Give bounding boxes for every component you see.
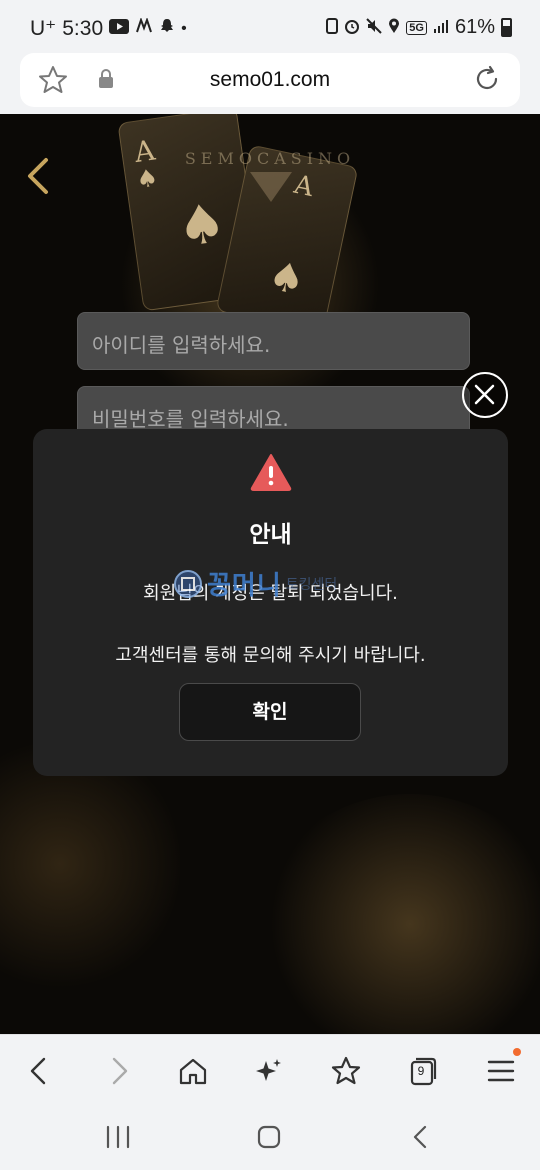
network-type: 5G xyxy=(406,20,427,35)
url-text[interactable]: semo01.com xyxy=(20,68,520,92)
clock: 5:30 xyxy=(62,16,104,40)
tab-count: 9 xyxy=(417,1064,425,1078)
browser-toolbar: 9 xyxy=(0,1034,540,1106)
warning-icon xyxy=(250,453,292,495)
menu-icon[interactable] xyxy=(483,1053,519,1089)
reload-icon[interactable] xyxy=(472,64,502,98)
battery-icon xyxy=(501,18,512,37)
alert-dialog: 안내 회원님의 계정은 탈퇴 되었습니다. 고객센터를 통해 문의해 주시기 바… xyxy=(33,429,508,776)
forward-icon[interactable] xyxy=(100,1053,136,1089)
tabs-icon[interactable]: 9 xyxy=(405,1053,441,1089)
dot-icon: • xyxy=(181,19,187,37)
card-ace-label: A xyxy=(291,169,317,203)
dialog-title: 안내 xyxy=(249,522,292,548)
brand-logo-icon xyxy=(250,172,292,202)
snapchat-icon xyxy=(159,18,175,39)
home-icon[interactable] xyxy=(175,1053,211,1089)
status-right: 5G 61% xyxy=(326,16,512,39)
watermark: 꽁머니 토킹센터 xyxy=(173,565,337,602)
mute-icon xyxy=(366,17,382,38)
notification-icon xyxy=(135,17,153,39)
sparkle-icon[interactable] xyxy=(251,1053,287,1089)
battery-percent: 61% xyxy=(454,16,495,38)
carrier-label: U⁺ xyxy=(30,17,57,40)
watermark-text: 꽁머니 xyxy=(207,571,282,601)
dialog-message: 고객센터를 통해 문의해 주시기 바랍니다. xyxy=(115,645,426,666)
confirm-button[interactable]: 확인 xyxy=(179,683,361,741)
address-bar[interactable]: semo01.com xyxy=(20,53,520,107)
page-back-button[interactable] xyxy=(20,154,60,198)
password-placeholder: 비밀번호를 입력하세요. xyxy=(92,407,289,431)
system-back-icon[interactable] xyxy=(408,1124,434,1154)
watermark-subtext: 토킹센터 xyxy=(285,576,338,593)
notification-dot xyxy=(513,1048,521,1056)
signal-icon xyxy=(433,18,449,38)
watermark-badge-icon xyxy=(174,569,202,598)
spade-icon: ♠ xyxy=(173,190,230,260)
system-nav-bar xyxy=(0,1106,540,1170)
recent-apps-icon[interactable] xyxy=(104,1124,132,1154)
status-bar: U⁺ 5:30 • 5G 61% xyxy=(0,0,540,58)
close-icon[interactable] xyxy=(462,372,508,418)
brand-logo-text: SEMOCASINO xyxy=(184,149,356,168)
alarm-icon xyxy=(344,18,360,38)
back-icon[interactable] xyxy=(22,1053,58,1089)
status-left: U⁺ 5:30 • xyxy=(30,16,187,41)
bookmark-star-icon[interactable] xyxy=(328,1053,364,1089)
background-glow xyxy=(260,794,540,1034)
username-placeholder: 아이디를 입력하세요. xyxy=(92,333,271,357)
location-icon xyxy=(388,18,400,38)
home-button-icon[interactable] xyxy=(256,1124,282,1154)
spade-icon: ♠ xyxy=(264,252,309,306)
username-input[interactable]: 아이디를 입력하세요. xyxy=(77,312,470,370)
wallet-icon xyxy=(326,17,339,38)
youtube-icon xyxy=(109,18,130,39)
